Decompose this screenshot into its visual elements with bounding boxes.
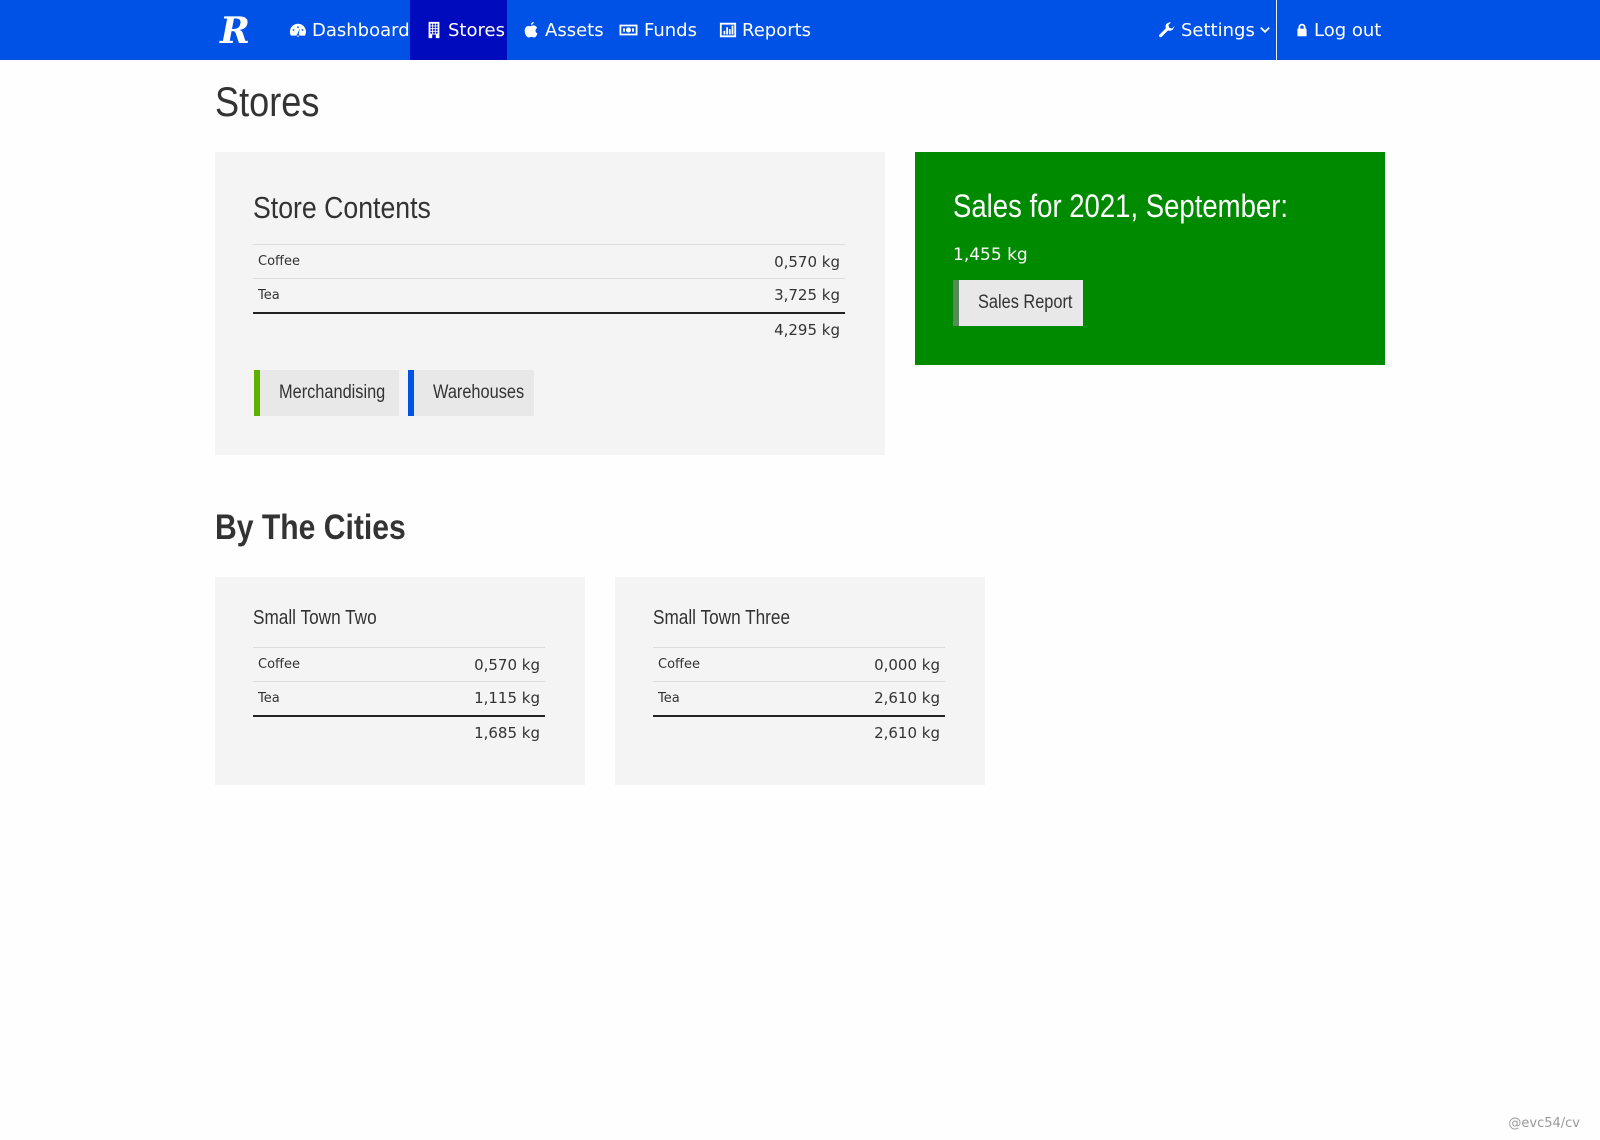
top-navbar: R Dashboard Stores Assets Funds Reports … xyxy=(0,0,1600,60)
wrench-icon xyxy=(1159,22,1175,38)
city-table: Coffee 0,000 kg Tea 2,610 kg 2,610 kg xyxy=(653,647,945,750)
merchandising-button[interactable]: Merchandising xyxy=(254,370,399,416)
item-name: Tea xyxy=(253,681,370,717)
apple-icon xyxy=(524,21,538,38)
item-value: 0,000 kg xyxy=(769,647,945,682)
dashboard-icon xyxy=(289,23,307,37)
table-row: Coffee 0,000 kg xyxy=(653,647,945,682)
city-name: Small Town Three xyxy=(653,607,791,629)
item-value: 3,725 kg xyxy=(488,278,845,314)
table-row: Tea 2,610 kg xyxy=(653,681,945,717)
chevron-down-icon xyxy=(1259,26,1270,34)
item-value: 0,570 kg xyxy=(369,647,545,682)
warehouses-button[interactable]: Warehouses xyxy=(408,370,534,416)
item-name: Coffee xyxy=(253,647,370,682)
nav-assets[interactable]: Assets xyxy=(522,0,604,60)
watermark: @evc54/cv xyxy=(1508,1116,1580,1131)
sales-title: Sales for 2021, September: xyxy=(953,188,1289,224)
item-name: Coffee xyxy=(653,647,770,682)
city-table: Coffee 0,570 kg Tea 1,115 kg 1,685 kg xyxy=(253,647,545,750)
store-contents-table: Coffee 0,570 kg Tea 3,725 kg 4,295 kg xyxy=(253,244,845,347)
nav-settings[interactable]: Settings xyxy=(1158,0,1271,60)
nav-funds[interactable]: Funds xyxy=(618,0,697,60)
city-card: Small Town Three Coffee 0,000 kg Tea 2,6… xyxy=(615,577,985,785)
sales-amount: 1,455 kg xyxy=(953,245,1028,265)
table-row: Coffee 0,570 kg xyxy=(253,647,545,682)
bar-chart-icon xyxy=(719,22,737,38)
sales-report-label: Sales Report xyxy=(978,292,1073,313)
nav-stores[interactable]: Stores xyxy=(410,0,507,60)
nav-funds-label: Funds xyxy=(644,19,697,41)
total-value: 2,610 kg xyxy=(874,724,940,742)
nav-divider xyxy=(1276,0,1277,60)
nav-reports[interactable]: Reports xyxy=(719,0,811,60)
svg-text:R: R xyxy=(219,10,250,50)
total-row: 4,295 kg xyxy=(253,313,845,347)
item-name: Tea xyxy=(253,278,489,314)
nav-logout-label: Log out xyxy=(1314,19,1382,41)
nav-reports-label: Reports xyxy=(742,19,812,41)
sales-panel: Sales for 2021, September: 1,455 kg Sale… xyxy=(915,152,1385,365)
total-value: 1,685 kg xyxy=(474,724,540,742)
nav-assets-label: Assets xyxy=(545,19,604,41)
money-icon xyxy=(619,24,638,36)
nav-dashboard-label: Dashboard xyxy=(312,19,410,41)
nav-dashboard[interactable]: Dashboard xyxy=(289,0,410,60)
item-value: 2,610 kg xyxy=(769,681,945,717)
nav-stores-label: Stores xyxy=(448,19,505,41)
item-name: Coffee xyxy=(253,244,489,279)
table-row: Tea 1,115 kg xyxy=(253,681,545,717)
section-title-cities: By The Cities xyxy=(215,508,406,547)
building-icon xyxy=(428,21,440,39)
total-row: 2,610 kg xyxy=(653,716,945,750)
merchandising-label: Merchandising xyxy=(279,382,386,403)
city-name: Small Town Two xyxy=(253,607,377,629)
nav-settings-label: Settings xyxy=(1181,19,1255,41)
city-card: Small Town Two Coffee 0,570 kg Tea 1,115… xyxy=(215,577,585,785)
page-title: Stores xyxy=(215,78,320,125)
warehouses-label: Warehouses xyxy=(433,382,525,403)
item-name: Tea xyxy=(653,681,770,717)
table-row: Tea 3,725 kg xyxy=(253,278,845,314)
lock-icon xyxy=(1297,23,1307,37)
item-value: 1,115 kg xyxy=(369,681,545,717)
total-row: 1,685 kg xyxy=(253,716,545,750)
table-row: Coffee 0,570 kg xyxy=(253,244,845,279)
sales-report-button[interactable]: Sales Report xyxy=(953,280,1083,326)
nav-logout[interactable]: Log out xyxy=(1295,0,1381,60)
store-contents-title: Store Contents xyxy=(253,190,431,225)
logo-icon[interactable]: R xyxy=(216,10,256,50)
total-value: 4,295 kg xyxy=(774,321,840,339)
item-value: 0,570 kg xyxy=(488,244,845,279)
